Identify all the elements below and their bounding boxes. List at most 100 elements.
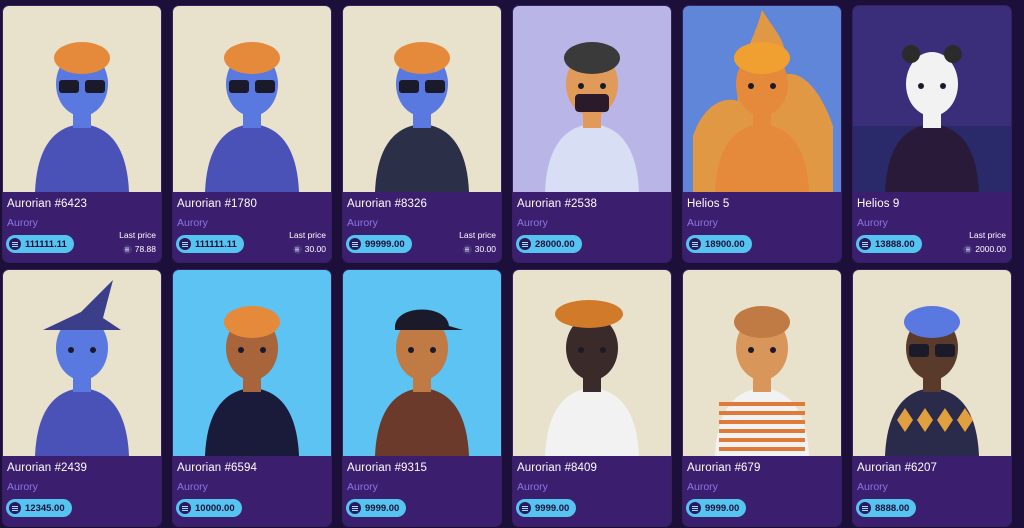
nft-title: Aurorian #1780 (177, 198, 258, 210)
currency-icon (859, 502, 871, 514)
nft-image[interactable] (683, 270, 841, 456)
price-value: 9999.00 (705, 502, 740, 514)
last-price-value: 78.88 (134, 244, 156, 254)
price-value: 9999.00 (365, 502, 400, 514)
price-value: 111111.11 (25, 238, 67, 250)
price-value: 99999.00 (365, 238, 405, 250)
character-portrait-image (343, 270, 501, 456)
nft-card[interactable]: Aurorian #679 Aurory 9999.00 (683, 270, 841, 526)
nft-title: Aurorian #2538 (517, 198, 598, 210)
collection-name[interactable]: Aurory (177, 217, 208, 229)
nft-title: Helios 5 (687, 198, 730, 210)
character-portrait-image (513, 270, 671, 456)
price-badge[interactable]: 9999.00 (686, 499, 747, 517)
nft-title: Aurorian #679 (687, 462, 761, 474)
nft-image[interactable] (513, 270, 671, 456)
price-value: 18900.00 (705, 238, 745, 250)
last-price-value: 30.00 (474, 244, 496, 254)
nft-image[interactable] (3, 6, 161, 192)
nft-title: Aurorian #8409 (517, 462, 598, 474)
price-value: 8888.00 (875, 502, 910, 514)
nft-image[interactable] (343, 6, 501, 192)
price-value: 28000.00 (535, 238, 575, 250)
currency-icon (689, 502, 701, 514)
currency-icon (9, 502, 21, 514)
price-badge[interactable]: 8888.00 (856, 499, 917, 517)
nft-card[interactable]: Helios 9 Aurory 13888.00 Last price 2000.00 (853, 6, 1011, 262)
collection-name[interactable]: Aurory (857, 217, 888, 229)
collection-name[interactable]: Aurory (7, 217, 38, 229)
nft-title: Aurorian #2439 (7, 462, 88, 474)
last-price: 30.00 (292, 244, 326, 254)
price-badge[interactable]: 9999.00 (516, 499, 577, 517)
price-value: 13888.00 (875, 238, 915, 250)
nft-card[interactable]: Aurorian #9315 Aurory 9999.00 (343, 270, 501, 526)
currency-icon (519, 238, 531, 250)
collection-name[interactable]: Aurory (687, 481, 718, 493)
nft-title: Aurorian #6423 (7, 198, 88, 210)
nft-card[interactable]: Helios 5 Aurory 18900.00 (683, 6, 841, 262)
currency-icon (292, 244, 302, 254)
character-portrait-image (173, 270, 331, 456)
currency-icon (349, 238, 361, 250)
nft-image[interactable] (173, 270, 331, 456)
last-price-label: Last price (289, 230, 326, 240)
character-portrait-image (3, 270, 161, 456)
price-badge[interactable]: 111111.11 (6, 235, 74, 253)
nft-image[interactable] (173, 6, 331, 192)
nft-card[interactable]: Aurorian #8326 Aurory 99999.00 Last price 30… (343, 6, 501, 262)
character-portrait-image (343, 6, 501, 192)
nft-card[interactable]: Aurorian #6423 Aurory 111111.11 Last price 7… (3, 6, 161, 262)
character-portrait-image (853, 6, 1011, 192)
nft-title: Aurorian #6207 (857, 462, 938, 474)
nft-image[interactable] (3, 270, 161, 456)
currency-icon (689, 238, 701, 250)
price-value: 10000.00 (195, 502, 235, 514)
collection-name[interactable]: Aurory (517, 481, 548, 493)
price-value: 12345.00 (25, 502, 65, 514)
last-price-value: 2000.00 (975, 244, 1006, 254)
nft-card[interactable]: Aurorian #2538 Aurory 28000.00 (513, 6, 671, 262)
price-badge[interactable]: 18900.00 (686, 235, 752, 253)
nft-card[interactable]: Aurorian #6594 Aurory 10000.00 (173, 270, 331, 526)
nft-image[interactable] (853, 6, 1011, 192)
character-portrait-image (3, 6, 161, 192)
nft-title: Aurorian #9315 (347, 462, 428, 474)
price-value: 9999.00 (535, 502, 570, 514)
currency-icon (179, 238, 191, 250)
price-badge[interactable]: 9999.00 (346, 499, 407, 517)
last-price: 78.88 (122, 244, 156, 254)
nft-image[interactable] (343, 270, 501, 456)
collection-name[interactable]: Aurory (347, 217, 378, 229)
nft-card[interactable]: Aurorian #2439 Aurory 12345.00 (3, 270, 161, 526)
nft-title: Aurorian #6594 (177, 462, 258, 474)
character-portrait-image (683, 6, 841, 192)
price-badge[interactable]: 13888.00 (856, 235, 922, 253)
currency-icon (179, 502, 191, 514)
last-price: 30.00 (462, 244, 496, 254)
price-badge[interactable]: 111111.11 (176, 235, 244, 253)
nft-image[interactable] (513, 6, 671, 192)
last-price-value: 30.00 (304, 244, 326, 254)
collection-name[interactable]: Aurory (177, 481, 208, 493)
collection-name[interactable]: Aurory (857, 481, 888, 493)
nft-image[interactable] (853, 270, 1011, 456)
price-badge[interactable]: 99999.00 (346, 235, 412, 253)
price-badge[interactable]: 28000.00 (516, 235, 582, 253)
collection-name[interactable]: Aurory (517, 217, 548, 229)
price-badge[interactable]: 12345.00 (6, 499, 72, 517)
character-portrait-image (173, 6, 331, 192)
nft-image[interactable] (683, 6, 841, 192)
last-price-label: Last price (119, 230, 156, 240)
character-portrait-image (853, 270, 1011, 456)
nft-card[interactable]: Aurorian #1780 Aurory 111111.11 Last price 3… (173, 6, 331, 262)
collection-name[interactable]: Aurory (7, 481, 38, 493)
currency-icon (519, 502, 531, 514)
nft-card[interactable]: Aurorian #6207 Aurory 8888.00 (853, 270, 1011, 526)
currency-icon (9, 238, 21, 250)
price-badge[interactable]: 10000.00 (176, 499, 242, 517)
collection-name[interactable]: Aurory (347, 481, 378, 493)
nft-card[interactable]: Aurorian #8409 Aurory 9999.00 (513, 270, 671, 526)
collection-name[interactable]: Aurory (687, 217, 718, 229)
last-price-label: Last price (459, 230, 496, 240)
